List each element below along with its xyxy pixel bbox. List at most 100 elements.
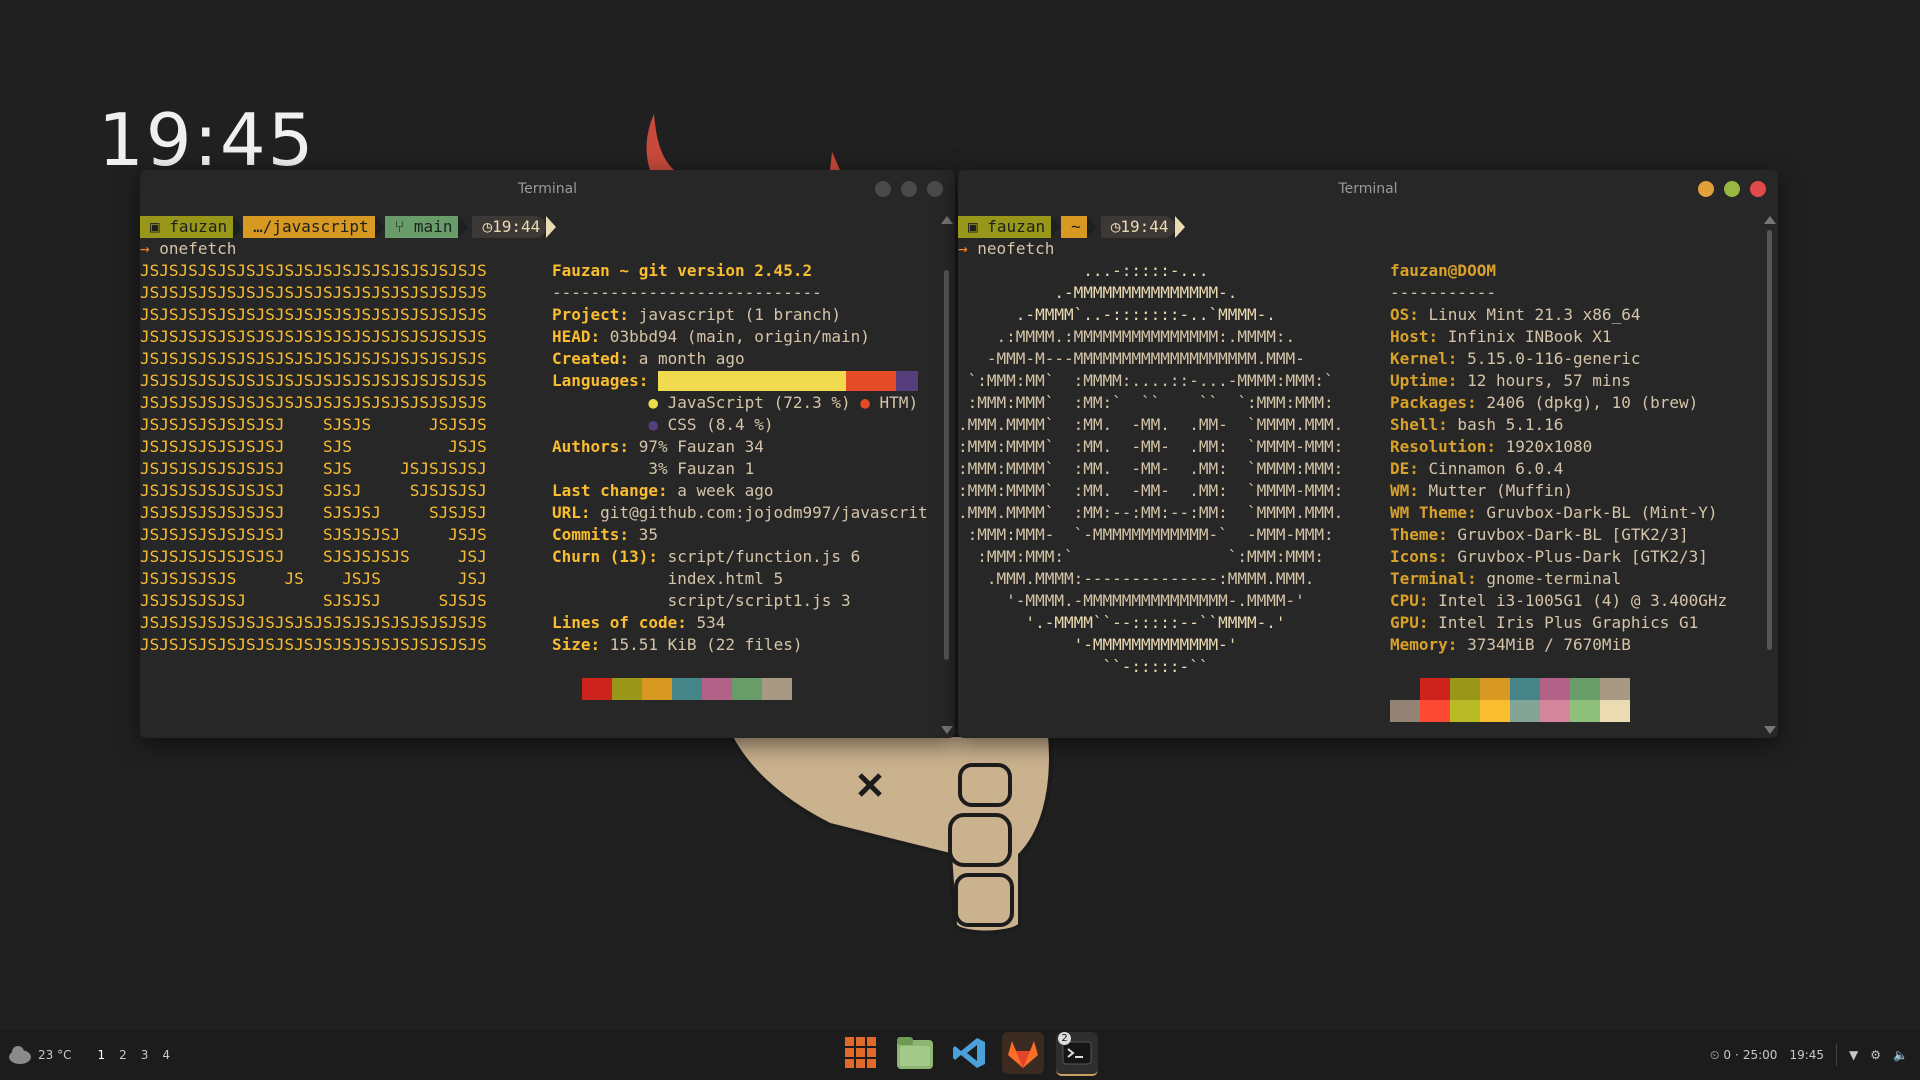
info-lang-line-1: ● JavaScript (72.3 %) ● HTM) bbox=[648, 393, 919, 412]
logo-line: JSJSJSJSJSJSJSJSJSJSJSJSJSJSJSJSJSJS bbox=[140, 283, 487, 302]
field-value: Intel i3-1005G1 (4) @ 3.400GHz bbox=[1428, 591, 1728, 610]
system-field: Kernel: 5.15.0-116-generic bbox=[1390, 348, 1727, 370]
system-tray: ⏲ 0 · 25:00 19:45 ▼ ⚙ 🔈 bbox=[1710, 1044, 1908, 1066]
field-label: Memory: bbox=[1390, 635, 1458, 654]
field-label: WM: bbox=[1390, 481, 1419, 500]
info-created: Created: a month ago bbox=[552, 349, 745, 368]
logo-line: JSJSJSJSJSJSJSJ SJS JSJSJSJSJ bbox=[140, 459, 487, 478]
field-label: Resolution: bbox=[1390, 437, 1496, 456]
field-value: Infinix INBook X1 bbox=[1438, 327, 1612, 346]
system-field: Theme: Gruvbox-Dark-BL [GTK2/3] bbox=[1390, 524, 1727, 546]
prompt-user: fauzan bbox=[987, 217, 1046, 236]
tray-divider bbox=[1836, 1044, 1838, 1066]
gitlab-icon[interactable] bbox=[1002, 1032, 1044, 1074]
palette-swatch bbox=[1540, 700, 1570, 722]
info-separator: ---------------------------- bbox=[552, 283, 822, 302]
field-value: 2406 (dpkg), 10 (brew) bbox=[1476, 393, 1699, 412]
info-url: URL: git@github.com:jojodm997/javascrit bbox=[552, 503, 928, 522]
palette-swatch bbox=[702, 678, 732, 700]
palette-swatch bbox=[582, 678, 612, 700]
dock: 2 bbox=[840, 1032, 1098, 1076]
system-field: DE: Cinnamon 6.0.4 bbox=[1390, 458, 1727, 480]
pomodoro-timer[interactable]: ⏲ 0 · 25:00 bbox=[1710, 1048, 1777, 1063]
terminal-icon: ▣ bbox=[968, 217, 978, 236]
system-field: OS: Linux Mint 21.3 x86_64 bbox=[1390, 304, 1727, 326]
field-label: DE: bbox=[1390, 459, 1419, 478]
field-value: 1920x1080 bbox=[1495, 437, 1593, 456]
palette-swatch bbox=[762, 678, 792, 700]
close-button[interactable] bbox=[1750, 181, 1766, 197]
workspace-1[interactable]: 1 bbox=[97, 1048, 105, 1062]
info-lastchange: Last change: a week ago bbox=[552, 481, 774, 500]
palette-swatch bbox=[1420, 700, 1450, 722]
taskbar-clock[interactable]: 19:45 bbox=[1789, 1048, 1824, 1062]
prompt-dir-segment: …/javascript bbox=[243, 216, 385, 238]
maximize-button[interactable] bbox=[901, 181, 917, 197]
palette-swatch bbox=[1540, 678, 1570, 700]
timer-icon: ⏲ bbox=[1710, 1047, 1720, 1062]
user-host: fauzan@DOOM bbox=[1390, 261, 1496, 280]
logo-line: JSJSJSJSJSJSJSJ SJSJSJSJ JSJS bbox=[140, 525, 487, 544]
wifi-icon[interactable]: ▼ bbox=[1849, 1048, 1858, 1062]
info-project: Project: javascript (1 branch) bbox=[552, 305, 841, 324]
info-loc: Lines of code: 534 bbox=[552, 613, 726, 632]
field-value: Intel Iris Plus Graphics G1 bbox=[1428, 613, 1699, 632]
color-palette-bottom bbox=[1390, 700, 1727, 722]
palette-swatch bbox=[1450, 678, 1480, 700]
settings-icon[interactable]: ⚙ bbox=[1870, 1048, 1881, 1062]
volume-icon[interactable]: 🔈 bbox=[1893, 1048, 1908, 1062]
onefetch-info: Fauzan ~ git version 2.45.2 ------------… bbox=[552, 260, 928, 700]
palette-swatch bbox=[1510, 700, 1540, 722]
terminal-icon[interactable]: 2 bbox=[1056, 1032, 1098, 1076]
files-icon[interactable] bbox=[894, 1032, 936, 1074]
field-label: Kernel: bbox=[1390, 349, 1458, 368]
terminal-window-neofetch[interactable]: Terminal ▣ fauzan ~ ◷19:44 → neofetch ..… bbox=[958, 170, 1778, 738]
logo-line: JSJSJSJSJSJSJSJSJSJSJSJSJSJSJSJSJSJS bbox=[140, 261, 487, 280]
titlebar[interactable]: Terminal bbox=[958, 170, 1778, 208]
info-authors: Authors: 97% Fauzan 34 bbox=[552, 437, 764, 456]
logo-line: .:MMMM.:MMMMMMMMMMMMMMM:.MMMM:. bbox=[958, 327, 1296, 346]
prompt-arrow-icon: → bbox=[958, 239, 968, 258]
workspace-4[interactable]: 4 bbox=[162, 1048, 170, 1062]
vscode-icon[interactable] bbox=[948, 1032, 990, 1074]
field-value: gnome-terminal bbox=[1476, 569, 1622, 588]
system-field: CPU: Intel i3-1005G1 (4) @ 3.400GHz bbox=[1390, 590, 1727, 612]
workspace-2[interactable]: 2 bbox=[119, 1048, 127, 1062]
logo-line: JSJSJSJSJSJSJSJSJSJSJSJSJSJSJSJSJSJS bbox=[140, 635, 487, 654]
minimize-button[interactable] bbox=[875, 181, 891, 197]
logo-line: -MMM-M---MMMMMMMMMMMMMMMMMMM.MMM- bbox=[958, 349, 1305, 368]
terminal-content[interactable]: ▣ fauzan ~ ◷19:44 → neofetch ...-:::::-.… bbox=[958, 216, 1778, 738]
palette-swatch bbox=[1570, 678, 1600, 700]
field-value: Mutter (Muffin) bbox=[1418, 481, 1574, 500]
logo-line: ``-:::::-`` bbox=[958, 657, 1209, 676]
terminal-content[interactable]: ▣ fauzan …/javascript ⑂ main ◷19:44 → on… bbox=[140, 216, 955, 738]
field-value: 12 hours, 57 mins bbox=[1457, 371, 1631, 390]
maximize-button[interactable] bbox=[1724, 181, 1740, 197]
field-value: Linux Mint 21.3 x86_64 bbox=[1418, 305, 1641, 324]
system-field: Icons: Gruvbox-Plus-Dark [GTK2/3] bbox=[1390, 546, 1727, 568]
logo-line: .-MMMM`..-:::::::-..`MMMM-. bbox=[958, 305, 1276, 324]
app-grid-icon[interactable] bbox=[840, 1032, 882, 1074]
system-field: Host: Infinix INBook X1 bbox=[1390, 326, 1727, 348]
terminal-window-onefetch[interactable]: Terminal ▣ fauzan …/javascript ⑂ main ◷1… bbox=[140, 170, 955, 738]
logo-line: '.-MMMM``--:::::--``MMMM-.' bbox=[958, 613, 1286, 632]
palette-swatch bbox=[1450, 700, 1480, 722]
workspace-3[interactable]: 3 bbox=[141, 1048, 149, 1062]
prompt-time: 19:44 bbox=[1120, 217, 1169, 236]
titlebar[interactable]: Terminal bbox=[140, 170, 955, 208]
system-field: WM: Mutter (Muffin) bbox=[1390, 480, 1727, 502]
window-title: Terminal bbox=[517, 181, 578, 197]
color-palette-top bbox=[1390, 678, 1727, 700]
info-lang-line-2: ● CSS (8.4 %) bbox=[648, 415, 774, 434]
logo-line: JSJSJSJSJSJSJSJSJSJSJSJSJSJSJSJSJSJS bbox=[140, 371, 487, 390]
system-field: Uptime: 12 hours, 57 mins bbox=[1390, 370, 1727, 392]
field-label: WM Theme: bbox=[1390, 503, 1477, 522]
info-separator: ----------- bbox=[1390, 283, 1496, 302]
logo-line: .MMM.MMMM:--------------:MMMM.MMM. bbox=[958, 569, 1315, 588]
minimize-button[interactable] bbox=[1698, 181, 1714, 197]
clock-icon: ◷ bbox=[1110, 217, 1121, 236]
wallpaper-hand-illustration bbox=[727, 735, 1053, 935]
close-button[interactable] bbox=[927, 181, 943, 197]
weather-applet[interactable]: 23 °C bbox=[8, 1044, 71, 1066]
field-label: Terminal: bbox=[1390, 569, 1477, 588]
